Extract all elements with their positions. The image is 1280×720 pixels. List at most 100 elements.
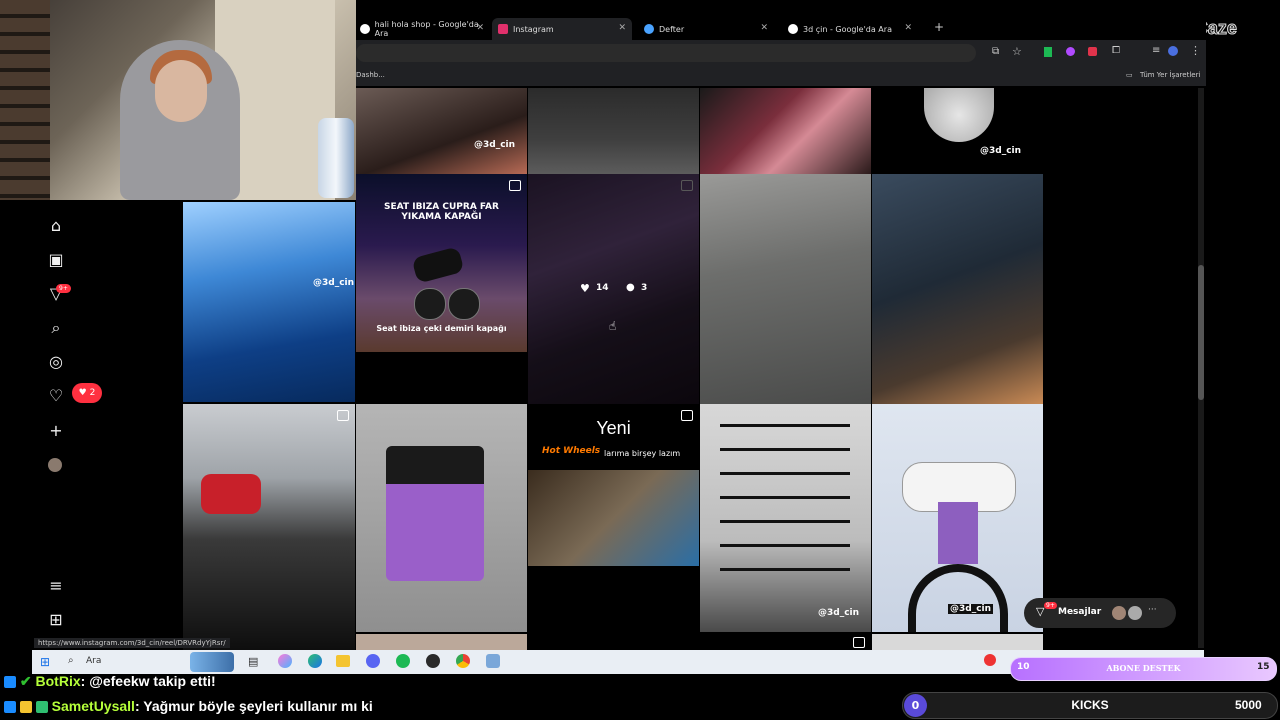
post-title: Yeni	[596, 418, 631, 438]
post-tile-empty	[356, 352, 527, 404]
folder-icon: ▭	[1126, 71, 1133, 79]
edge-icon[interactable]	[308, 654, 322, 668]
post-tile-empty	[528, 566, 699, 632]
goal-target: 15	[1257, 662, 1270, 672]
post-caption: larıma birşey lazım	[604, 449, 681, 458]
more-icon: ···	[1148, 605, 1157, 615]
instagram-sidebar: ⌂ ▣ ▽ 9+ ⌕ ◎ ♡ ♥ 2 + ≡ ⊞	[32, 200, 102, 650]
reading-list-icon[interactable]: ≡	[1152, 45, 1160, 56]
app-icon[interactable]	[486, 654, 500, 668]
search-icon[interactable]: ⌕	[68, 655, 74, 666]
post-tile[interactable]	[872, 634, 1043, 650]
avatar	[1128, 606, 1142, 620]
part-photo	[448, 288, 480, 320]
product-photo	[528, 470, 699, 566]
direct-messages-icon: ▽	[1036, 605, 1045, 618]
task-view-icon[interactable]: ▤	[248, 655, 258, 668]
post-tile[interactable]	[700, 634, 871, 650]
hand-cursor-icon: ☝	[609, 319, 617, 333]
create-plus-icon[interactable]: +	[46, 421, 66, 441]
file-explorer-icon[interactable]	[336, 655, 350, 667]
bookmark-dashboard[interactable]: Dashb...	[356, 71, 385, 79]
post-tile[interactable]: @3d_cin	[183, 202, 355, 402]
chat-username: BotRix	[35, 673, 81, 689]
tab-google-search-2[interactable]: 3d çin - Google'da Ara ✕	[788, 18, 918, 40]
profile-avatar[interactable]	[48, 458, 62, 472]
post-tile[interactable]: @3d_cin	[872, 88, 1043, 174]
tab-label: 3d çin - Google'da Ara	[803, 24, 892, 34]
avatar	[1112, 606, 1126, 620]
chat-text: : Yağmur böyle şeyleri kullanır mı ki	[134, 698, 373, 714]
spotify-icon[interactable]	[396, 654, 410, 668]
part-photo	[414, 288, 446, 320]
all-bookmarks-link[interactable]: Tüm Yer İşaretleri	[1140, 71, 1200, 79]
water-bottle	[318, 118, 354, 198]
extension-red-icon[interactable]	[1088, 47, 1097, 56]
address-bar[interactable]	[356, 44, 976, 62]
windows-start-icon[interactable]: ⊞	[40, 655, 50, 669]
heart-filled-icon: ♥	[78, 388, 87, 398]
post-tile[interactable]	[700, 174, 871, 404]
sub-badge-icon	[35, 701, 48, 714]
extension-icon[interactable]	[1066, 47, 1075, 56]
apps-grid-icon[interactable]: ⊞	[46, 610, 66, 630]
post-tile[interactable]: @3d_cin	[872, 404, 1043, 632]
heart-icon[interactable]: ♡	[46, 386, 66, 406]
post-tile[interactable]: Yeni Hot Wheels larıma birşey lazım	[528, 404, 699, 566]
like-count: 14	[596, 283, 609, 293]
post-tile[interactable]	[183, 404, 355, 650]
messages-button[interactable]: ▽ 9+ Mesajlar ···	[1024, 598, 1176, 628]
subscriber-badge-icon	[4, 701, 16, 714]
watermark: @3d_cin	[818, 608, 860, 618]
chrome-icon[interactable]	[456, 654, 470, 668]
tab-label: hali hola shop - Google'da Ara	[374, 20, 479, 38]
chat-message: SametUysall: Yağmur böyle şeyleri kullan…	[4, 698, 373, 714]
scrollbar-thumb[interactable]	[1198, 265, 1204, 400]
menu-kebab-icon[interactable]: ⋮	[1190, 44, 1201, 57]
post-tile[interactable]: SEAT IBIZA CUPRA FAR YIKAMA KAPAĞI Seat …	[356, 174, 527, 352]
notification-badge: 9+	[56, 284, 71, 293]
post-tile[interactable]	[872, 174, 1043, 404]
obs-icon[interactable]	[426, 654, 440, 668]
extension-excel-icon[interactable]	[1044, 47, 1052, 57]
bot-badge-icon	[4, 676, 16, 689]
post-tile[interactable]	[356, 404, 527, 632]
copilot-icon[interactable]	[278, 654, 292, 668]
tab-defter[interactable]: Defter ✕	[644, 18, 774, 40]
post-caption: SEAT IBIZA CUPRA FAR YIKAMA KAPAĞI	[384, 202, 499, 222]
weather-icon[interactable]	[984, 654, 996, 666]
new-tab-button[interactable]: +	[934, 20, 944, 34]
car-object	[201, 474, 261, 514]
search-icon[interactable]: ⌕	[46, 318, 66, 338]
bookmark-star-icon[interactable]: ☆	[1012, 45, 1022, 58]
link-status-bar: https://www.instagram.com/3d_cin/reel/DR…	[34, 638, 230, 648]
home-icon[interactable]: ⌂	[46, 216, 66, 236]
reel-icon	[337, 410, 349, 421]
close-icon[interactable]: ✕	[904, 23, 912, 33]
post-subcaption: Seat ibiza çeki demiri kapağı	[376, 324, 507, 333]
search-highlight-image	[190, 652, 234, 672]
discord-icon[interactable]	[366, 654, 380, 668]
tab-instagram[interactable]: Instagram ✕	[492, 18, 632, 40]
reels-icon[interactable]: ▣	[46, 250, 66, 270]
profile-avatar[interactable]	[1168, 46, 1178, 56]
comment-count: 3	[641, 283, 648, 293]
close-icon[interactable]: ✕	[618, 23, 626, 33]
close-icon[interactable]: ✕	[476, 23, 484, 33]
install-app-icon[interactable]: ⧉	[992, 46, 999, 57]
post-tile[interactable]	[528, 88, 699, 174]
close-icon[interactable]: ✕	[760, 23, 768, 33]
tab-google-search-1[interactable]: hali hola shop - Google'da Ara ✕	[360, 18, 490, 40]
stand-object	[938, 502, 978, 564]
explore-icon[interactable]: ◎	[46, 352, 66, 372]
hamburger-menu-icon[interactable]: ≡	[46, 576, 66, 596]
messages-label: Mesajlar	[1058, 607, 1102, 617]
post-tile[interactable]	[700, 88, 871, 174]
verified-icon: ✔	[19, 673, 32, 689]
post-tile[interactable]: @3d_cin	[356, 88, 527, 174]
post-tile[interactable]	[356, 634, 527, 650]
extensions-puzzle-icon[interactable]: ⧠	[1112, 45, 1120, 56]
post-tile-hovered[interactable]: ♥ 14 ● 3	[528, 174, 699, 404]
taskbar-search-input[interactable]: Ara	[86, 656, 101, 666]
post-tile[interactable]: @3d_cin	[700, 404, 871, 632]
